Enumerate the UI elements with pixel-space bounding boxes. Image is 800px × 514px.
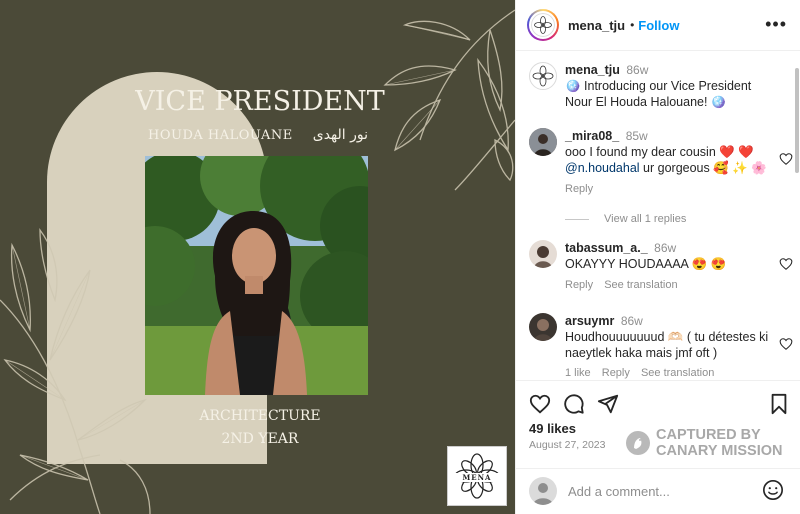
share-send-icon[interactable] — [597, 393, 619, 415]
like-comment-heart-icon[interactable] — [779, 152, 793, 166]
comment-text: Houdhouuuuuuud 🫶🏻 ( tu détestes ki naeyt… — [565, 330, 769, 360]
post-date[interactable]: August 27, 2023 — [529, 439, 605, 451]
post-details-panel: mena_tju • Follow ••• mena_tju 86w 🪩 Int… — [515, 0, 800, 514]
comment-likes-count[interactable]: 1 like — [565, 367, 591, 379]
add-comment-bar — [516, 468, 800, 514]
post-header: mena_tju • Follow ••• — [516, 0, 800, 51]
more-options-icon[interactable]: ••• — [765, 14, 787, 35]
save-bookmark-icon[interactable] — [768, 393, 790, 415]
commenter-avatar[interactable] — [529, 128, 557, 156]
comment-username[interactable]: tabassum_a._ — [565, 241, 648, 255]
comment-text-cont: ur gorgeous 🥰 ✨ 🌸 — [639, 161, 767, 175]
comment-mention[interactable]: @n.houdahal — [565, 161, 640, 175]
mena-avatar-icon — [531, 13, 555, 37]
comment-username[interactable]: _mira08_ — [565, 129, 619, 143]
emoji-smile-icon[interactable] — [762, 479, 784, 501]
comment-text: ooo I found my dear cousin ❤️ ❤️ — [565, 145, 754, 159]
comments-list[interactable]: mena_tju 86w 🪩 Introducing our Vice Pres… — [516, 52, 800, 379]
member-photo — [145, 156, 368, 395]
member-name: HOUDA HALOUANE — [148, 127, 293, 143]
commenter-avatar[interactable] — [529, 240, 557, 268]
caption-time[interactable]: 86w — [626, 63, 648, 77]
reply-button[interactable]: Reply — [565, 183, 593, 195]
post-headline: VICE PRESIDENT — [135, 86, 385, 117]
view-replies-button[interactable]: View all 1 replies — [565, 213, 686, 225]
follow-button[interactable]: Follow — [638, 18, 679, 33]
caption-text: 🪩 Introducing our Vice President Nour El… — [565, 79, 752, 109]
member-name-row: HOUDA HALOUANE نور الهدى — [148, 127, 368, 143]
canary-bird-icon — [626, 431, 650, 455]
scrollbar-thumb[interactable] — [795, 68, 799, 173]
reply-button[interactable]: Reply — [602, 367, 630, 379]
caption-avatar[interactable] — [529, 62, 557, 90]
view-replies-label[interactable]: View all 1 replies — [604, 213, 686, 225]
comments-scrollbar[interactable] — [794, 58, 800, 378]
watermark-line2: CANARY MISSION — [656, 443, 783, 459]
caption-username[interactable]: mena_tju — [565, 63, 620, 77]
post-actions: 49 likes August 27, 2023 CAPTURED BY CAN… — [516, 380, 800, 468]
like-comment-heart-icon[interactable] — [779, 257, 793, 271]
like-heart-icon[interactable] — [529, 393, 551, 415]
author-username[interactable]: mena_tju — [568, 18, 625, 33]
see-translation-button[interactable]: See translation — [604, 279, 677, 291]
likes-count[interactable]: 49 likes — [529, 421, 576, 436]
header-separator: • — [630, 18, 635, 32]
see-translation-button[interactable]: See translation — [641, 367, 714, 379]
like-comment-heart-icon[interactable] — [779, 337, 793, 351]
comment-time[interactable]: 85w — [626, 129, 648, 143]
post-image[interactable]: VICE PRESIDENT HOUDA HALOUANE نور الهدى … — [0, 0, 515, 514]
author-avatar[interactable] — [527, 9, 559, 41]
member-name-arabic: نور الهدى — [312, 127, 368, 143]
comment-bubble-icon[interactable] — [563, 393, 585, 415]
canary-mission-watermark: CAPTURED BY CANARY MISSION — [626, 427, 786, 461]
commenter-avatar[interactable] — [529, 313, 557, 341]
replies-line — [565, 218, 589, 220]
add-comment-input[interactable] — [568, 481, 748, 501]
current-user-avatar — [529, 477, 557, 505]
member-major: ARCHITECTURE — [199, 408, 321, 424]
reply-button[interactable]: Reply — [565, 279, 593, 291]
comment-username[interactable]: arsuymr — [565, 314, 614, 328]
mena-logo: MENA — [447, 446, 507, 506]
comment-text: OKAYYY HOUDAAAA 😍 😍 — [565, 257, 727, 271]
comment-time[interactable]: 86w — [654, 241, 676, 255]
mena-logo-text: MENA — [448, 473, 506, 482]
watermark-line1: CAPTURED BY — [656, 427, 761, 443]
comment-time[interactable]: 86w — [621, 314, 643, 328]
member-year: 2ND YEAR — [221, 431, 299, 447]
